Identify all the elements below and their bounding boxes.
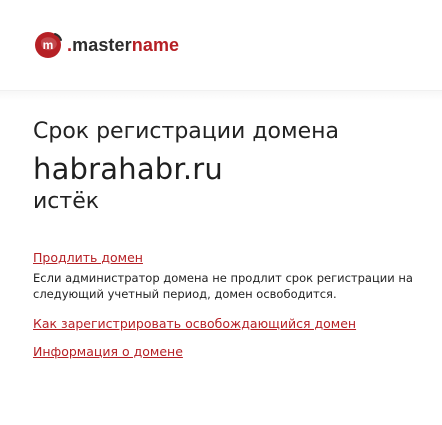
brand-master: master (72, 34, 132, 55)
register-expiring-domain-link[interactable]: Как зарегистрировать освобождающийся дом… (33, 316, 356, 332)
header-divider (0, 90, 442, 101)
masterhost-logo-icon: m (35, 32, 62, 58)
domain-info-link[interactable]: Информация о домене (33, 344, 183, 360)
svg-text:m: m (43, 38, 54, 52)
main-content: Срок регистрации домена habrahabr.ru ист… (33, 118, 423, 360)
renew-description: Если администратор домена не продлит сро… (33, 271, 413, 301)
domain-status: истёк (33, 189, 100, 214)
masterhost-logo[interactable]: m . master name (33, 28, 229, 62)
page-title: Срок регистрации домена (33, 119, 340, 144)
header: m . master name (0, 0, 442, 90)
domain-name: habrahabr.ru (33, 152, 223, 186)
renew-domain-link[interactable]: Продлить домен (33, 250, 143, 266)
brand-wordmark: . master name (67, 35, 179, 56)
brand-name: name (131, 34, 180, 55)
